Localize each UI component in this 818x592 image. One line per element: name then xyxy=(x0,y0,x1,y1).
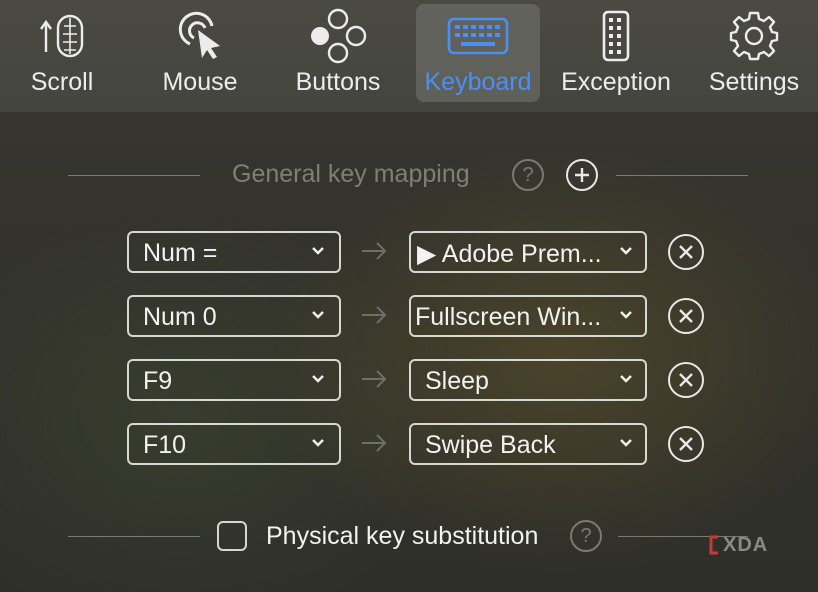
remove-mapping-button[interactable] xyxy=(668,234,704,270)
physical-key-substitution-row: Physical key substitution ? xyxy=(68,518,748,560)
help-icon[interactable]: ? xyxy=(512,159,544,191)
physical-key-substitution-label[interactable]: Physical key substitution xyxy=(266,522,538,551)
close-icon xyxy=(679,245,693,259)
close-icon xyxy=(679,437,693,451)
key-select-value: F9 xyxy=(143,367,173,395)
chevron-down-icon xyxy=(620,375,632,383)
arrow-right-icon xyxy=(362,306,387,324)
keyboard-icon xyxy=(416,10,540,62)
section-header: General key mapping ? xyxy=(68,155,748,197)
mapping-row: Num = ▶ Adobe Prem... xyxy=(127,231,707,273)
tab-mouse[interactable]: Mouse xyxy=(138,4,262,102)
key-select-value: Num = xyxy=(143,239,218,267)
mouse-click-icon xyxy=(138,10,262,62)
action-select-value: ▶ Adobe Prem... xyxy=(417,240,602,268)
remove-mapping-button[interactable] xyxy=(668,298,704,334)
arrow-right-icon xyxy=(362,370,387,388)
action-select-value: Fullscreen Win... xyxy=(415,303,602,331)
xda-watermark: XDA xyxy=(708,534,768,556)
tab-settings[interactable]: Settings xyxy=(692,4,816,102)
tab-keyboard[interactable]: Keyboard xyxy=(416,4,540,102)
tab-label: Keyboard xyxy=(424,68,532,96)
divider-line xyxy=(616,175,748,176)
chevron-down-icon xyxy=(312,439,324,447)
chevron-down-icon xyxy=(620,247,632,255)
action-select-value: Sleep xyxy=(425,367,489,395)
action-select[interactable]: Swipe Back xyxy=(409,423,647,465)
toolbar: Scroll Mouse Buttons Keyboard Exception … xyxy=(0,0,818,113)
phone-device-icon xyxy=(554,10,678,62)
key-select[interactable]: F9 xyxy=(127,359,341,401)
plus-icon xyxy=(575,168,589,182)
section-title: General key mapping xyxy=(232,160,470,188)
action-select[interactable]: ▶ Adobe Prem... xyxy=(409,231,647,273)
xda-logo-icon xyxy=(709,535,718,555)
scroll-wheel-icon xyxy=(0,10,124,62)
action-select-value: Swipe Back xyxy=(425,431,556,459)
divider-line xyxy=(68,536,200,537)
help-icon[interactable]: ? xyxy=(570,520,602,552)
mapping-row: F9 Sleep xyxy=(127,359,707,401)
add-mapping-button[interactable] xyxy=(566,159,598,191)
remove-mapping-button[interactable] xyxy=(668,362,704,398)
close-icon xyxy=(679,373,693,387)
physical-key-substitution-checkbox[interactable] xyxy=(217,521,247,551)
mapping-row: Num 0 Fullscreen Win... xyxy=(127,295,707,337)
tab-label: Settings xyxy=(708,68,800,96)
tab-label: Exception xyxy=(561,68,671,96)
action-select[interactable]: Sleep xyxy=(409,359,647,401)
mapping-row: F10 Swipe Back xyxy=(127,423,707,465)
arrow-right-icon xyxy=(362,242,387,260)
tab-label: Mouse xyxy=(162,68,238,96)
remove-mapping-button[interactable] xyxy=(668,426,704,462)
tab-label: Buttons xyxy=(295,68,381,96)
chevron-down-icon xyxy=(620,439,632,447)
arrow-right-icon xyxy=(362,434,387,452)
tab-scroll[interactable]: Scroll xyxy=(0,4,124,102)
chevron-down-icon xyxy=(312,311,324,319)
tab-buttons[interactable]: Buttons xyxy=(276,4,400,102)
gear-icon xyxy=(692,10,816,62)
key-select-value: Num 0 xyxy=(143,303,217,331)
tab-label: Scroll xyxy=(30,68,94,96)
key-select[interactable]: Num = xyxy=(127,231,341,273)
key-select[interactable]: F10 xyxy=(127,423,341,465)
tab-exception[interactable]: Exception xyxy=(554,4,678,102)
chevron-down-icon xyxy=(312,247,324,255)
buttons-icon xyxy=(276,8,400,64)
chevron-down-icon xyxy=(312,375,324,383)
close-icon xyxy=(679,309,693,323)
divider-line xyxy=(68,175,200,176)
key-select[interactable]: Num 0 xyxy=(127,295,341,337)
watermark-text: XDA xyxy=(723,533,769,556)
action-select[interactable]: Fullscreen Win... xyxy=(409,295,647,337)
chevron-down-icon xyxy=(620,311,632,319)
key-select-value: F10 xyxy=(143,431,187,459)
